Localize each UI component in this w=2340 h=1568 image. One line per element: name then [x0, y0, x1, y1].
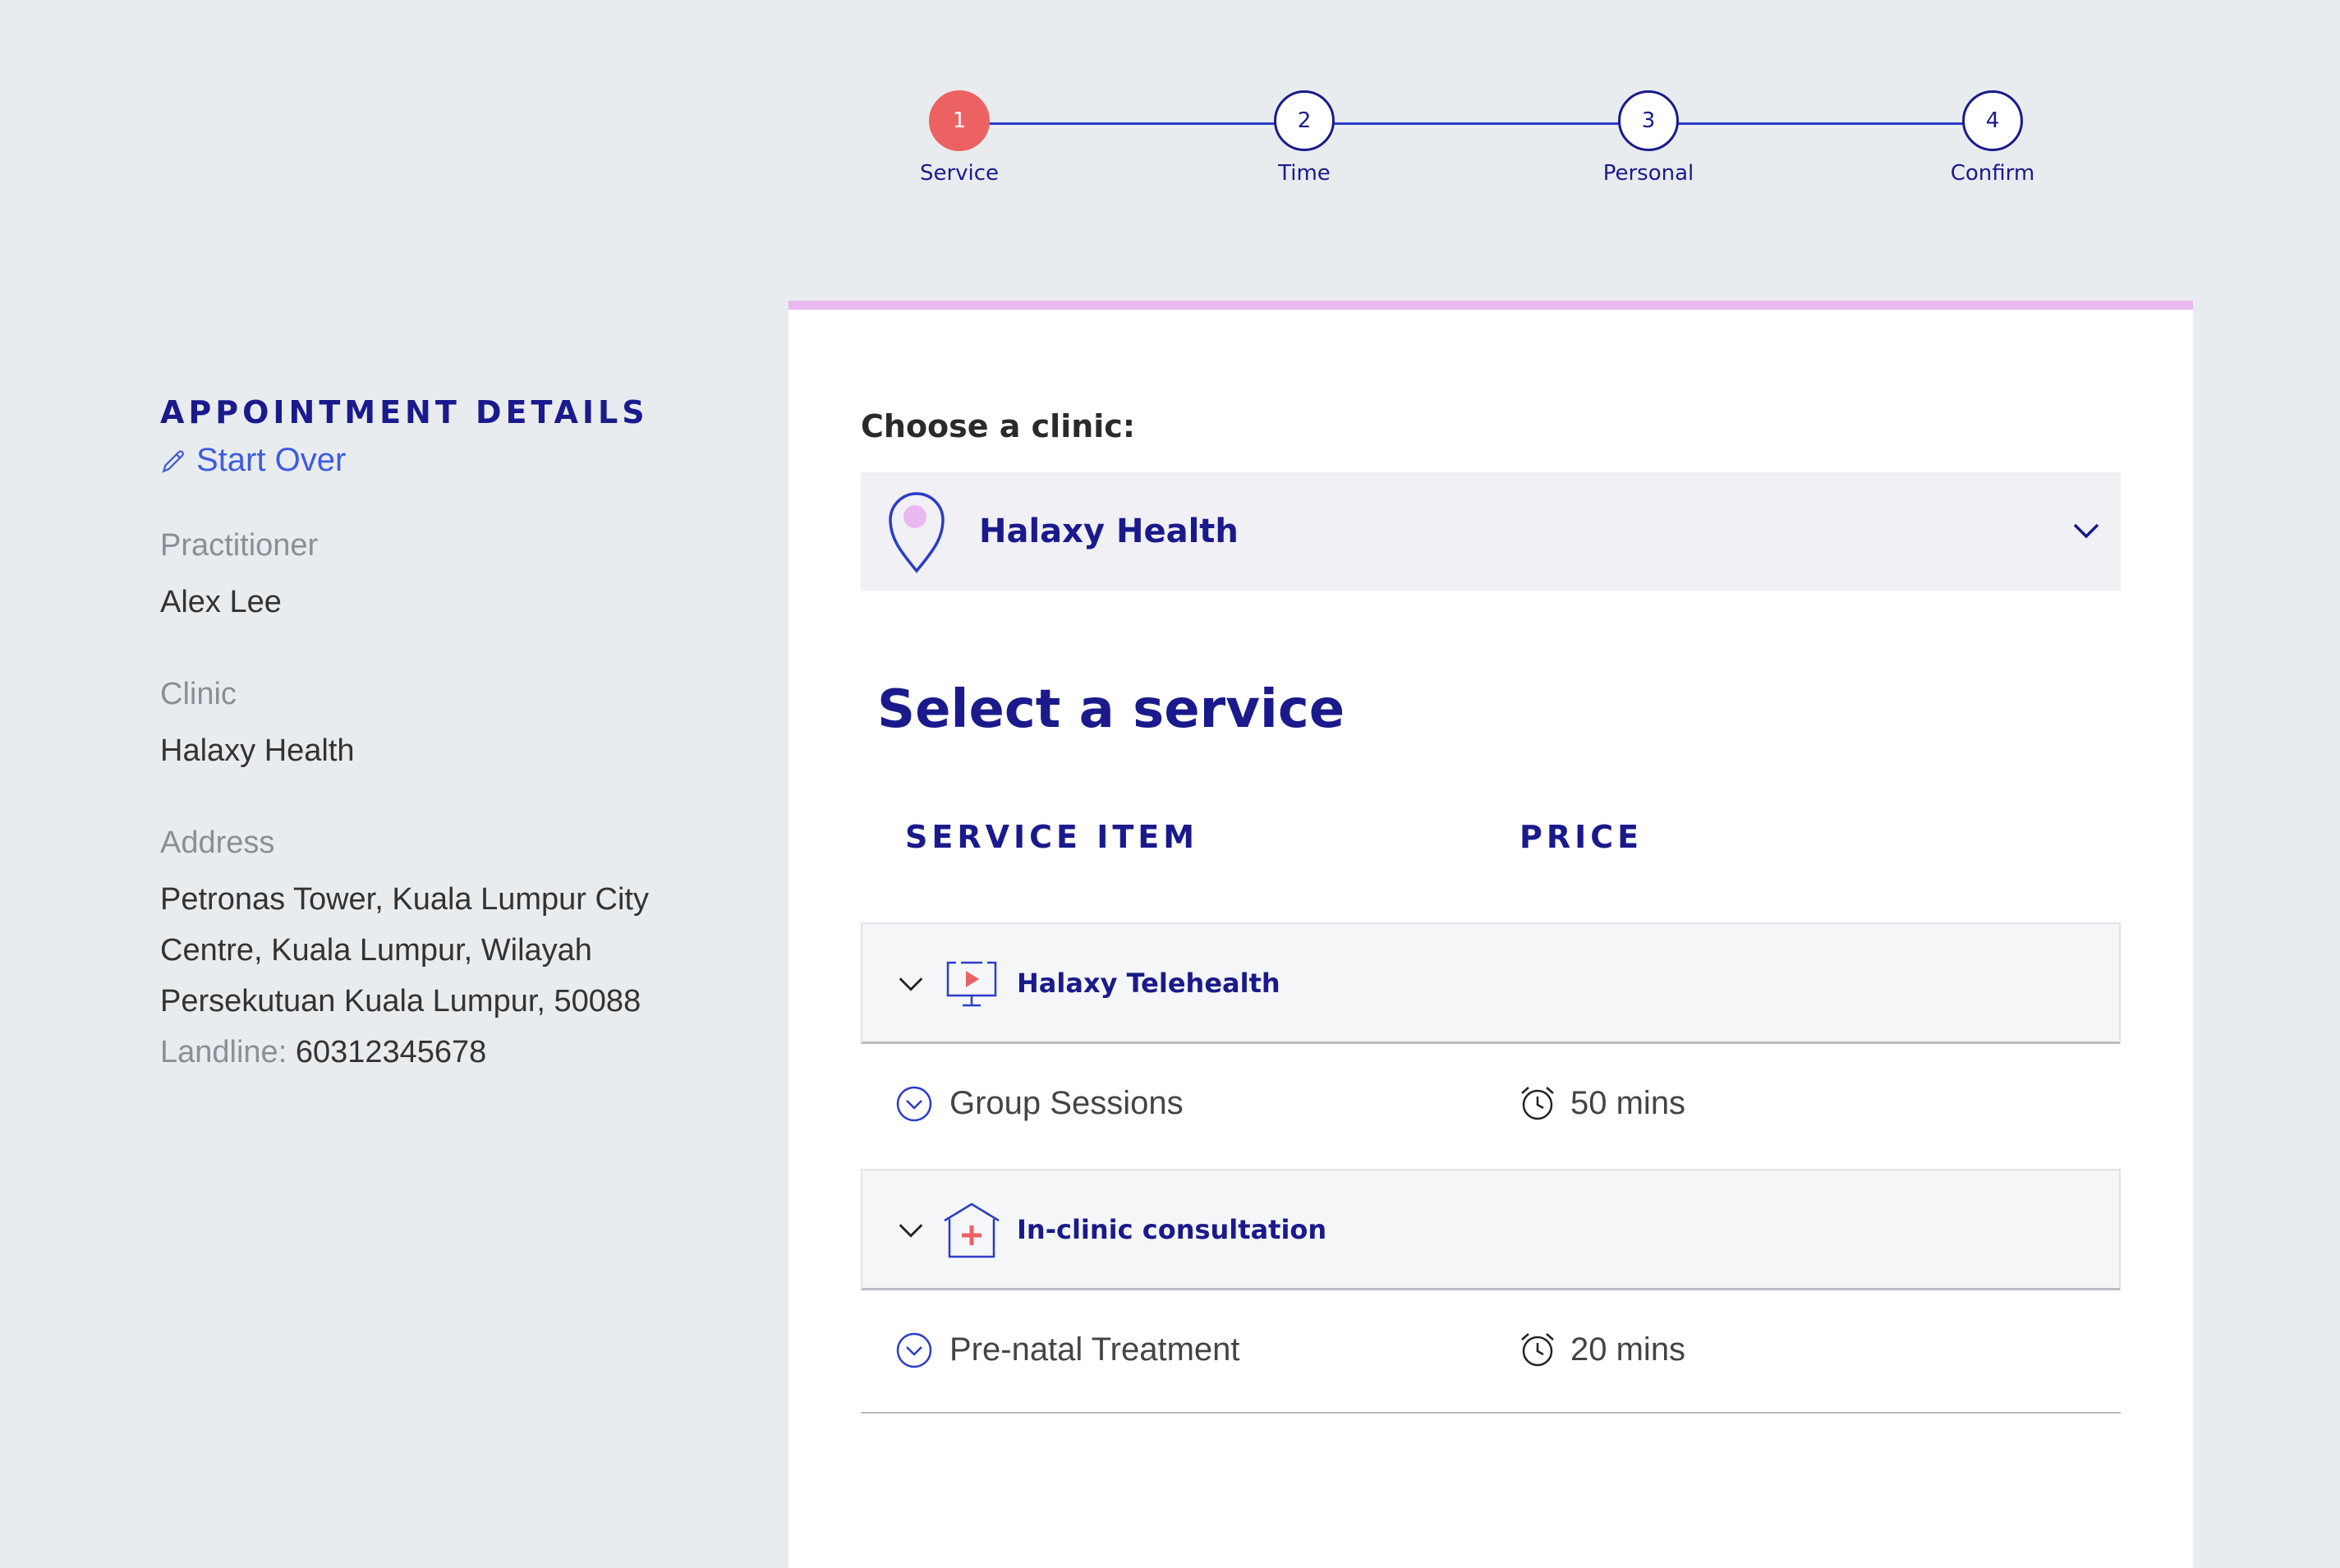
step-number: 1: [929, 90, 990, 151]
step-number: 3: [1618, 90, 1679, 151]
step-label: Time: [1278, 161, 1331, 186]
step-label: Confirm: [1950, 161, 2035, 186]
service-item-name: Pre-natal Treatment: [949, 1331, 1240, 1368]
service-item-duration: 20 mins: [1570, 1331, 1686, 1368]
landline-label: Landline:: [160, 1035, 287, 1069]
step-label: Personal: [1602, 161, 1694, 186]
alarm-clock-icon: [1521, 1087, 1554, 1120]
pencil-icon: [162, 449, 184, 473]
landline-value: 60312345678: [295, 1035, 487, 1069]
step-time[interactable]: 2 Time: [1222, 90, 1386, 186]
practitioner-label: Practitioner: [160, 528, 319, 563]
check-circle-icon: [896, 1086, 932, 1122]
start-over-link[interactable]: Start Over: [160, 442, 784, 479]
service-item-name: Group Sessions: [949, 1085, 1184, 1121]
service-group-name: Halaxy Telehealth: [1017, 967, 1280, 999]
step-label: Service: [919, 161, 1000, 186]
choose-clinic-label: Choose a clinic:: [861, 408, 1136, 444]
service-group-telehealth[interactable]: Halaxy Telehealth: [861, 922, 2121, 1044]
service-item-row[interactable]: Pre-natal Treatment 20 mins: [861, 1290, 2121, 1414]
check-circle-icon: [896, 1332, 932, 1368]
service-group-name: In-clinic consultation: [1017, 1213, 1327, 1245]
sidebar-title: APPOINTMENT DETAILS: [160, 394, 649, 430]
clinic-label: Clinic: [160, 677, 237, 711]
step-service[interactable]: 1 Service: [877, 90, 1041, 186]
clinic-value: Halaxy Health: [160, 733, 355, 768]
landline: Landline: 60312345678: [160, 1027, 784, 1078]
clinic-icon: [944, 1202, 1000, 1258]
clinic-dropdown[interactable]: Halaxy Health: [861, 472, 2121, 591]
step-confirm[interactable]: 4 Confirm: [1910, 90, 2075, 186]
practitioner-value: Alex Lee: [160, 585, 282, 619]
chevron-down-icon: [899, 977, 923, 991]
address-line: Persekutuan Kuala Lumpur, 50088: [160, 984, 641, 1019]
appointment-details-panel: APPOINTMENT DETAILS Start Over Practitio…: [160, 394, 784, 1078]
address-label: Address: [160, 825, 275, 860]
chevron-down-icon: [899, 1223, 923, 1238]
step-personal[interactable]: 3 Personal: [1566, 90, 1731, 186]
address-block: Petronas Tower, Kuala Lumpur City Centre…: [160, 874, 784, 1078]
map-pin-icon: [889, 492, 945, 573]
column-header-service: SERVICE ITEM: [905, 819, 1199, 855]
service-item-duration: 50 mins: [1570, 1085, 1686, 1121]
column-header-price: PRICE: [1519, 819, 1644, 855]
service-card: Choose a clinic: Halaxy Health Select a …: [788, 301, 2193, 1568]
section-title: Select a service: [877, 679, 1345, 740]
alarm-clock-icon: [1521, 1333, 1554, 1367]
address-line: Centre, Kuala Lumpur, Wilayah: [160, 933, 592, 968]
service-item-row[interactable]: Group Sessions 50 mins: [861, 1044, 2121, 1167]
telehealth-icon: [946, 961, 997, 1006]
step-number: 2: [1274, 90, 1335, 151]
clinic-selected-value: Halaxy Health: [979, 513, 1239, 550]
stepper-line: [959, 122, 1994, 125]
chevron-down-icon: [2073, 523, 2099, 539]
start-over-label: Start Over: [196, 442, 347, 478]
address-line: Petronas Tower, Kuala Lumpur City: [160, 882, 649, 917]
step-number: 4: [1962, 90, 2023, 151]
progress-stepper: 1 Service 2 Time 3 Personal 4 Confirm: [887, 90, 2053, 205]
service-group-in-clinic[interactable]: In-clinic consultation: [861, 1169, 2121, 1290]
